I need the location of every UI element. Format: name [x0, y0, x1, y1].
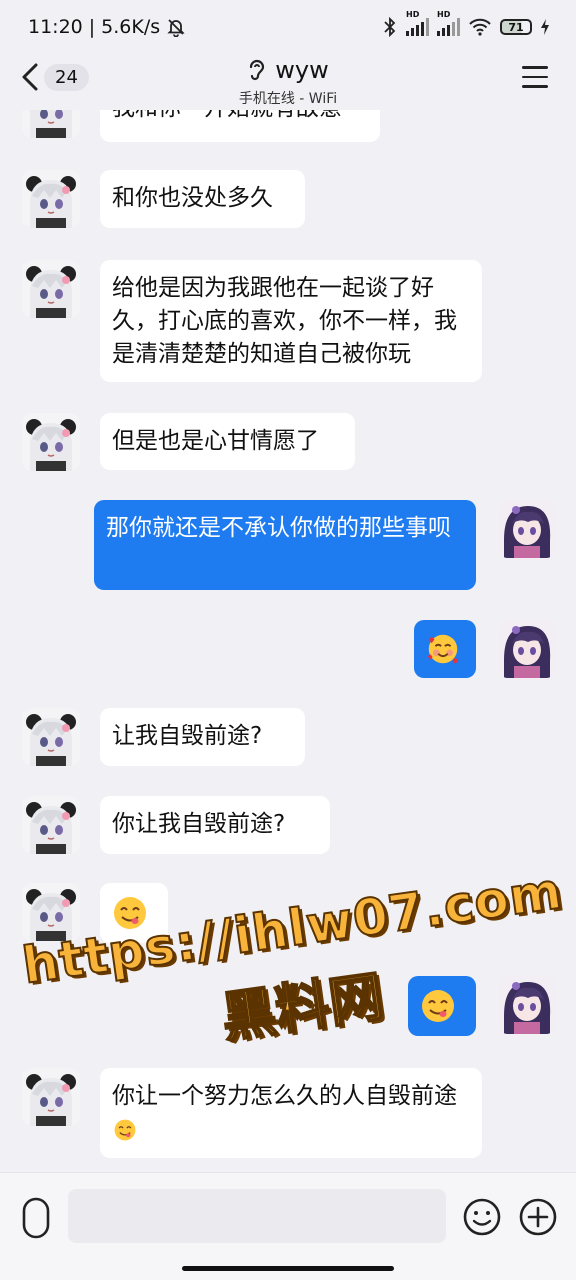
message-bubble[interactable]: 给他是因为我跟他在一起谈了好久，打心底的喜欢，你不一样，我是清清楚楚的知道自己被… [100, 260, 482, 382]
microphone-icon[interactable] [18, 1197, 54, 1239]
contact-avatar[interactable] [22, 413, 80, 471]
signal-sim1-icon: HD [406, 10, 429, 36]
message-text: 给他是因为我跟他在一起谈了好久，打心底的喜欢，你不一样，我是清清楚楚的知道自己被… [112, 275, 457, 367]
contact-avatar[interactable] [22, 260, 80, 318]
contact-avatar[interactable] [22, 708, 80, 766]
chat-title[interactable]: wyw 手机在线 - WiFi [0, 56, 576, 108]
message-text: 和你也没处多久 [112, 185, 273, 211]
message-text: 你让我自毁前途? [112, 811, 286, 837]
contact-avatar[interactable] [22, 883, 80, 941]
my-avatar[interactable] [498, 500, 556, 558]
battery-icon: 71 [500, 19, 532, 35]
menu-button[interactable] [522, 66, 548, 90]
status-divider: | [88, 16, 96, 38]
contact-avatar[interactable] [22, 1068, 80, 1126]
message-text: 让我自毁前途? [112, 723, 263, 749]
message-bubble[interactable] [408, 976, 476, 1036]
menu-line-icon [522, 85, 548, 88]
message-text: 我和你一开始就有敌意 [112, 110, 342, 121]
battery-level: 71 [508, 20, 524, 34]
contact-avatar[interactable] [22, 796, 80, 854]
charging-bolt-icon [541, 19, 549, 35]
message-bubble[interactable] [414, 620, 476, 678]
message-text: 那你就还是不承认你做的那些事呗 [106, 515, 451, 541]
my-avatar[interactable] [498, 976, 556, 1034]
sim1-hd-label: HD [406, 10, 420, 19]
message-text: 你让一个努力怎么久的人自毁前途 [112, 1083, 457, 1109]
sim2-hd-label: HD [437, 10, 451, 19]
smiling-face-with-hearts-icon [424, 630, 462, 668]
message-bubble[interactable]: 你让我自毁前途? [100, 796, 330, 854]
my-avatar[interactable] [498, 620, 556, 678]
message-bubble[interactable]: 和你也没处多久 [100, 170, 305, 228]
contact-avatar[interactable] [22, 110, 80, 138]
chat-message-list[interactable]: 我和你一开始就有敌意 和你也没处多久 给他是因为我跟他在一起谈了好久，打心底的喜… [0, 110, 576, 1172]
message-bubble[interactable]: 你让一个努力怎么久的人自毁前途 [100, 1068, 482, 1158]
emoji-picker-icon[interactable] [462, 1197, 502, 1237]
ear-icon [250, 59, 265, 81]
menu-line-icon [522, 66, 548, 69]
contact-avatar[interactable] [22, 170, 80, 228]
home-indicator[interactable] [182, 1266, 394, 1271]
mute-bell-icon [167, 19, 185, 37]
message-text: 但是也是心甘情愿了 [112, 428, 319, 454]
status-net-speed: 5.6K/s [101, 16, 161, 38]
message-bubble[interactable] [100, 883, 168, 943]
yum-face-icon [110, 893, 150, 933]
signal-sim2-icon: HD [437, 10, 460, 36]
message-bubble[interactable]: 那你就还是不承认你做的那些事呗 [94, 500, 476, 590]
online-status: 手机在线 - WiFi [238, 91, 338, 107]
menu-line-icon [522, 75, 548, 78]
message-bubble[interactable]: 我和你一开始就有敌意 [100, 110, 380, 142]
message-bubble[interactable]: 但是也是心甘情愿了 [100, 413, 355, 470]
bluetooth-icon [384, 17, 396, 37]
plus-icon[interactable] [518, 1197, 558, 1237]
chat-header: 24 wyw 手机在线 - WiFi [0, 54, 576, 110]
yum-face-icon [112, 1117, 138, 1143]
yum-face-icon [418, 986, 458, 1026]
contact-name: wyw [275, 56, 329, 84]
message-input[interactable] [68, 1189, 446, 1243]
status-bar: 11:20 | 5.6K/s HD HD 71 [0, 0, 576, 54]
input-bar [0, 1172, 576, 1280]
status-time: 11:20 [28, 16, 83, 38]
wifi-icon [469, 18, 491, 36]
message-bubble[interactable]: 让我自毁前途? [100, 708, 305, 766]
